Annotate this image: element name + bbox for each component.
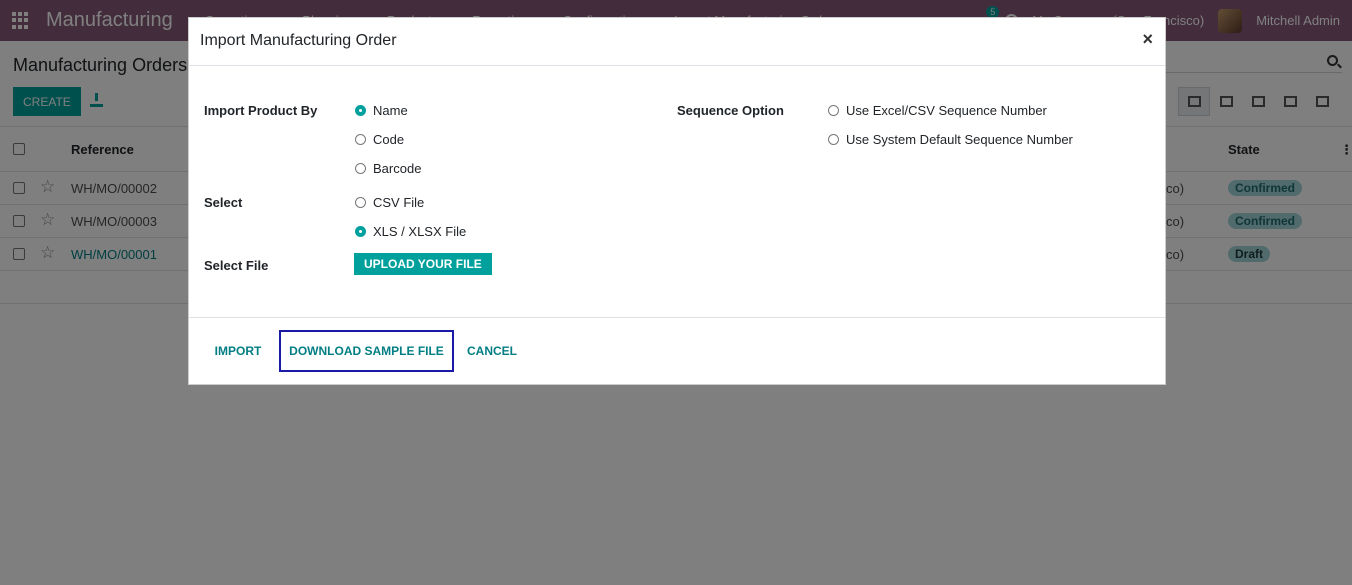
radio-excel-sequence-button[interactable] xyxy=(828,105,839,116)
dialog-header: Import Manufacturing Order × xyxy=(189,18,1165,66)
radio-barcode-label: Barcode xyxy=(373,161,422,176)
radio-excel-sequence[interactable]: Use Excel/CSV Sequence Number xyxy=(828,103,1047,118)
radio-code-button[interactable] xyxy=(355,134,366,145)
radio-code-label: Code xyxy=(373,132,405,147)
radio-system-sequence-label: Use System Default Sequence Number xyxy=(846,132,1073,147)
radio-xls-button[interactable] xyxy=(355,226,366,237)
import-product-by-label: Import Product By xyxy=(204,103,318,118)
radio-barcode[interactable]: Barcode xyxy=(355,161,421,176)
radio-csv-button[interactable] xyxy=(355,197,366,208)
import-button[interactable]: IMPORT xyxy=(204,330,272,372)
radio-system-sequence[interactable]: Use System Default Sequence Number xyxy=(828,132,1073,147)
sequence-option-label: Sequence Option xyxy=(677,103,784,118)
import-dialog: Import Manufacturing Order × Import Prod… xyxy=(188,17,1166,385)
radio-code[interactable]: Code xyxy=(355,132,404,147)
close-icon[interactable]: × xyxy=(1142,29,1153,50)
radio-excel-sequence-label: Use Excel/CSV Sequence Number xyxy=(846,103,1047,118)
radio-barcode-button[interactable] xyxy=(355,163,366,174)
radio-system-sequence-button[interactable] xyxy=(828,134,839,145)
radio-xls-label: XLS / XLSX File xyxy=(373,224,467,239)
radio-name-button[interactable] xyxy=(355,105,366,116)
radio-csv-label: CSV File xyxy=(373,195,425,210)
upload-file-button[interactable]: UPLOAD YOUR FILE xyxy=(354,253,492,275)
dialog-title: Import Manufacturing Order xyxy=(200,32,397,49)
radio-xls[interactable]: XLS / XLSX File xyxy=(355,224,466,239)
radio-name[interactable]: Name xyxy=(355,103,408,118)
radio-csv[interactable]: CSV File xyxy=(355,195,424,210)
select-file-label: Select File xyxy=(204,258,269,273)
radio-name-label: Name xyxy=(373,103,408,118)
select-label: Select xyxy=(204,195,243,210)
cancel-button[interactable]: CANCEL xyxy=(459,330,525,372)
dialog-footer: IMPORT DOWNLOAD SAMPLE FILE CANCEL xyxy=(189,318,1165,385)
download-sample-file-button[interactable]: DOWNLOAD SAMPLE FILE xyxy=(279,330,454,372)
dialog-body: Import Product By Name Code Barcode Sequ… xyxy=(189,66,1165,318)
